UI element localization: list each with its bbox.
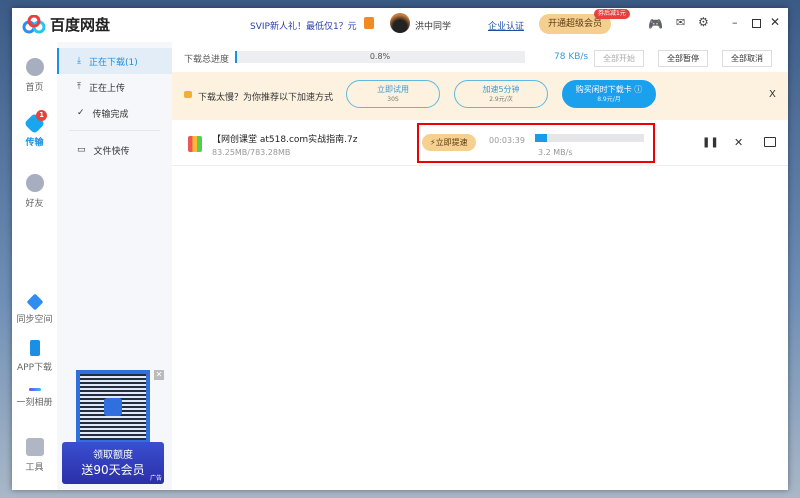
download-row[interactable]: 【网创课堂 at518.com实战指南.7z 83.25MB/783.28MB … [172,123,788,166]
speedup-banner: 下载太慢？为你推荐以下加速方式 立即试用 30S 加速5分钟 2.9元/次 购买闲时… [172,72,788,120]
username[interactable]: 洪中同学 [415,19,451,32]
ad-line2: 送90天会员 [81,463,145,477]
mail-icon[interactable]: ✉ [676,16,685,29]
app-window: 百度网盘 SVIP新人礼！最低仅1？元 洪中同学 企业认证 开通超级会员 券后减… [12,8,788,490]
album-icon [28,388,41,391]
svip-promo-link[interactable]: SVIP新人礼！最低仅1？元 [250,19,357,32]
qr-ad[interactable]: ✕ 领取额度 送90天会员 广告 [62,370,164,484]
archive-file-icon [188,136,202,152]
try-now-button[interactable]: 立即试用 30S [346,80,440,108]
sync-icon [26,293,43,311]
pill-label: 立即试用 [377,85,409,94]
pill-label: 加速5分钟 [482,85,520,94]
close-icon[interactable]: ✕ [770,15,780,29]
nav-label: 一刻相册 [16,398,53,408]
download-icon: ⤓ [77,56,81,66]
download-panel: 下载总进度 0.8% 78 KB/s 全部开始 全部暂停 全部取消 下载太慢？为… [172,42,788,490]
start-all-button[interactable]: 全部开始 [594,50,644,67]
avatar[interactable] [390,13,410,33]
nav-transfer[interactable]: 传输 1 [12,110,57,148]
pill-label: 购买闲时下载卡 [575,85,632,94]
monitor-icon: ▭ [77,145,86,155]
ad-banner[interactable]: 领取额度 送90天会员 广告 [62,442,164,484]
side-label: 正在下载(1) [88,57,138,68]
total-progress-label: 下载总进度 [184,55,230,65]
boost-5min-button[interactable]: 加速5分钟 2.9元/次 [454,80,548,108]
file-progress-fill [535,134,547,142]
nav-label: 好友 [25,199,44,209]
nav-label: 工具 [25,463,44,473]
nav-album[interactable]: 一刻相册 [12,388,57,408]
file-size: 83.25MB/783.28MB [212,148,291,157]
ad-close-icon[interactable]: ✕ [154,370,164,380]
side-label: 文件快传 [93,146,130,157]
baidu-cloud-icon [22,14,46,33]
main-nav: 首页 传输 1 好友 同步空间 APP下载 一刻相册 工具 [12,42,57,490]
ad-line1: 领取额度 [93,450,133,461]
enterprise-link[interactable]: 企业认证 [488,19,524,32]
maximize-icon[interactable] [752,19,761,28]
tools-icon [25,438,44,456]
friends-icon [25,174,44,192]
banner-close-button[interactable]: X [769,89,776,100]
app-logo: 百度网盘 [22,14,110,35]
banner-text: 下载太慢？为你推荐以下加速方式 [198,93,334,103]
cancel-icon[interactable]: ✕ [734,136,743,149]
nav-label: APP下载 [16,363,52,373]
nav-label: 传输 [25,138,44,148]
nav-app-download[interactable]: APP下载 [12,340,57,373]
speed-up-button[interactable]: ⚡立即提速 [422,134,476,151]
folder-icon[interactable] [764,137,776,147]
nav-sync-space[interactable]: 同步空间 [12,293,57,325]
total-speed: 78 KB/s [554,52,589,62]
total-progress-percent: 0.8% [369,52,391,61]
side-downloading[interactable]: ⤓ 正在下载(1) [57,48,172,74]
check-circle-icon: ✓ [77,108,85,118]
settings-icon[interactable]: ⚙ [698,15,709,29]
game-icon[interactable]: 🎮 [648,17,663,31]
side-completed[interactable]: ✓ 传输完成 [57,100,172,126]
nav-label: 首页 [25,83,44,93]
file-progress-bar [535,134,644,142]
nav-friends[interactable]: 好友 [12,174,57,209]
pill-sub: 8.9元/月 [597,96,621,103]
title-bar: 百度网盘 SVIP新人礼！最低仅1？元 洪中同学 企业认证 开通超级会员 券后减… [12,8,788,42]
crown-icon [184,91,192,98]
qr-code [76,370,150,444]
side-uploading[interactable]: ⤒ 正在上传 [57,74,172,100]
pause-icon[interactable]: ❚❚ [702,137,719,148]
pill-sub: 2.9元/次 [489,96,513,103]
speed-up-label: 立即提速 [435,138,468,147]
side-label: 传输完成 [92,109,129,120]
app-title: 百度网盘 [50,16,111,34]
total-progress-bar: 0.8% [235,51,525,63]
file-name: 【网创课堂 at518.com实战指南.7z [212,135,358,145]
transfer-badge: 1 [36,110,47,121]
phone-icon [29,340,40,356]
nav-label: 同步空间 [16,315,53,325]
buy-idle-card-button[interactable]: 购买闲时下载卡 ⓘ 8.9元/月 [562,80,656,108]
upload-icon: ⤒ [77,82,81,92]
file-speed: 3.2 MB/s [538,148,573,157]
cancel-all-button[interactable]: 全部取消 [722,50,772,67]
cloud-icon [25,58,44,76]
nav-tools[interactable]: 工具 [12,438,57,473]
ad-tag: 广告 [149,475,162,482]
pill-sub: 30S [387,96,399,103]
side-label: 正在上传 [88,83,125,94]
nav-home[interactable]: 首页 [12,58,57,93]
remaining-time: 00:03:39 [489,136,525,145]
vip-discount-badge: 券后减1元 [594,9,630,19]
minimize-icon[interactable]: – [732,16,738,29]
gift-icon[interactable] [364,17,374,29]
side-file-transfer[interactable]: ▭ 文件快传 [57,137,172,163]
pause-all-button[interactable]: 全部暂停 [658,50,708,67]
transfer-sidebar: ⤓ 正在下载(1) ⤒ 正在上传 ✓ 传输完成 ▭ 文件快传 ✕ 领取额度 送90天会员… [57,42,172,490]
